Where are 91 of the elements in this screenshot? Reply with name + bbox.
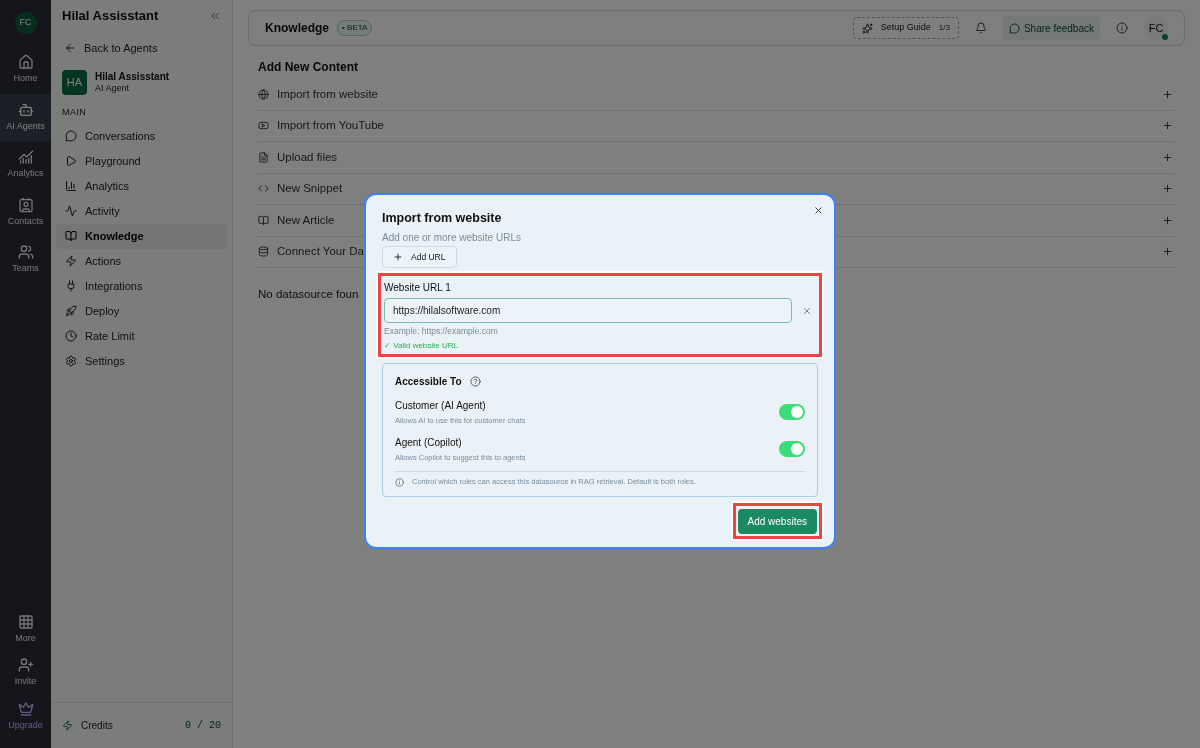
chat-bubble-icon <box>65 130 77 142</box>
empty-state-text: No datasource foun <box>258 287 359 302</box>
share-feedback-button[interactable]: Share feedback <box>1002 16 1100 40</box>
page-title: Knowledge <box>265 20 329 37</box>
agent-avatar: HA <box>62 70 87 95</box>
url-field[interactable]: https://hilalsoftware.com <box>384 298 792 324</box>
plug-icon <box>65 280 77 292</box>
back-arrow-icon[interactable] <box>64 41 76 54</box>
panel-title: Accessible To <box>395 374 462 389</box>
sidebar-item[interactable]: Integrations <box>56 273 227 299</box>
rail-item[interactable]: Home <box>0 46 51 94</box>
section-heading: Add New Content <box>257 59 359 76</box>
info-icon[interactable] <box>1116 22 1128 34</box>
users-icon <box>17 244 34 260</box>
sidebar-item[interactable]: Rate Limit <box>56 323 227 349</box>
book-icon <box>65 230 77 242</box>
dialog-subtitle: Add one or more website URLs <box>382 231 522 246</box>
add-user-icon <box>17 657 34 673</box>
home-icon <box>17 54 34 70</box>
chart-icon <box>17 149 34 165</box>
bell-icon[interactable] <box>974 22 987 34</box>
plus-icon <box>1162 88 1173 100</box>
lightning-icon <box>65 255 77 267</box>
clock-icon <box>65 330 77 342</box>
plus-icon <box>1162 246 1173 258</box>
add-url-button[interactable]: Add URL <box>382 246 457 269</box>
info-icon <box>395 477 404 487</box>
plus-icon <box>1162 214 1173 226</box>
role-name: Agent (Copilot) <box>395 436 463 451</box>
globe-icon <box>258 88 269 100</box>
file-icon <box>258 151 269 163</box>
database-icon <box>258 246 269 258</box>
sidebar-item[interactable]: Playground <box>56 148 227 174</box>
grid-icon <box>17 613 34 630</box>
agent-role: AI Agent <box>95 83 131 95</box>
content-source-row[interactable]: Import from website <box>258 79 1175 111</box>
plus-icon <box>393 252 403 263</box>
sidebar-item[interactable]: Settings <box>56 348 227 374</box>
credits-count: 0 / 20 <box>185 719 221 733</box>
robot-icon <box>17 101 34 118</box>
section-label: MAIN <box>61 106 88 119</box>
sidebar-item[interactable]: Conversations <box>56 123 227 149</box>
user-avatar[interactable]: FC <box>1144 16 1168 40</box>
settings-icon <box>65 355 77 367</box>
sidebar-item[interactable]: Knowledge <box>56 223 227 249</box>
beta-badge: • BETA <box>337 20 373 36</box>
rocket-icon <box>65 305 77 317</box>
bar-chart-icon <box>65 180 77 192</box>
validation-message: ✓ Valid website URL <box>384 339 459 352</box>
close-icon[interactable] <box>813 205 824 217</box>
agent-name: Hilal Assisstant <box>95 70 170 84</box>
rail-item[interactable]: Teams <box>0 236 51 284</box>
code-icon <box>258 183 269 195</box>
crown-icon <box>17 700 34 717</box>
add-websites-button[interactable]: Add websites <box>737 508 817 534</box>
content-source-row[interactable]: Upload files <box>258 142 1175 174</box>
toggle-switch[interactable] <box>779 404 805 420</box>
contact-icon <box>17 196 34 213</box>
play-icon <box>65 155 77 167</box>
dialog-title: Import from website <box>382 210 503 228</box>
chat-bubble-icon <box>1008 22 1020 34</box>
plus-icon <box>1162 151 1173 163</box>
rail-item[interactable]: Contacts <box>0 188 51 236</box>
credits-label: Credits <box>81 719 113 733</box>
setup-guide-button[interactable]: Setup Guide 1/3 <box>852 17 959 39</box>
sidebar-item[interactable]: Actions <box>56 248 227 274</box>
rail-item[interactable]: Invite <box>0 653 51 693</box>
field-hint: Example: https://example.com <box>384 325 499 338</box>
lightning-icon <box>62 720 73 731</box>
sparkle-icon <box>861 22 873 34</box>
field-label: Website URL 1 <box>384 281 452 296</box>
content-source-row[interactable]: Import from YouTube <box>258 110 1175 142</box>
help-icon[interactable] <box>469 375 481 387</box>
back-link[interactable]: Back to Agents <box>84 39 158 56</box>
remove-icon[interactable] <box>802 305 812 316</box>
toggle-switch[interactable] <box>779 441 805 458</box>
plus-icon <box>1162 183 1173 195</box>
role-name: Customer (AI Agent) <box>395 398 487 413</box>
sidebar-item[interactable]: Activity <box>56 198 227 224</box>
book-icon <box>258 214 269 226</box>
user-avatar[interactable]: FC <box>14 12 37 34</box>
sidebar-item[interactable]: Analytics <box>56 173 227 199</box>
pulse-icon <box>65 205 77 217</box>
video-icon <box>258 120 269 132</box>
sidebar-item[interactable]: Deploy <box>56 298 227 324</box>
rail-item[interactable]: Analytics <box>0 141 51 189</box>
rail-item[interactable]: AI Agents <box>0 93 51 141</box>
plus-icon <box>1162 120 1173 132</box>
sidebar-title: Hilal Assisstant <box>62 7 159 25</box>
rail-item[interactable]: More <box>0 609 51 649</box>
rail-item[interactable]: Upgrade <box>0 696 51 736</box>
